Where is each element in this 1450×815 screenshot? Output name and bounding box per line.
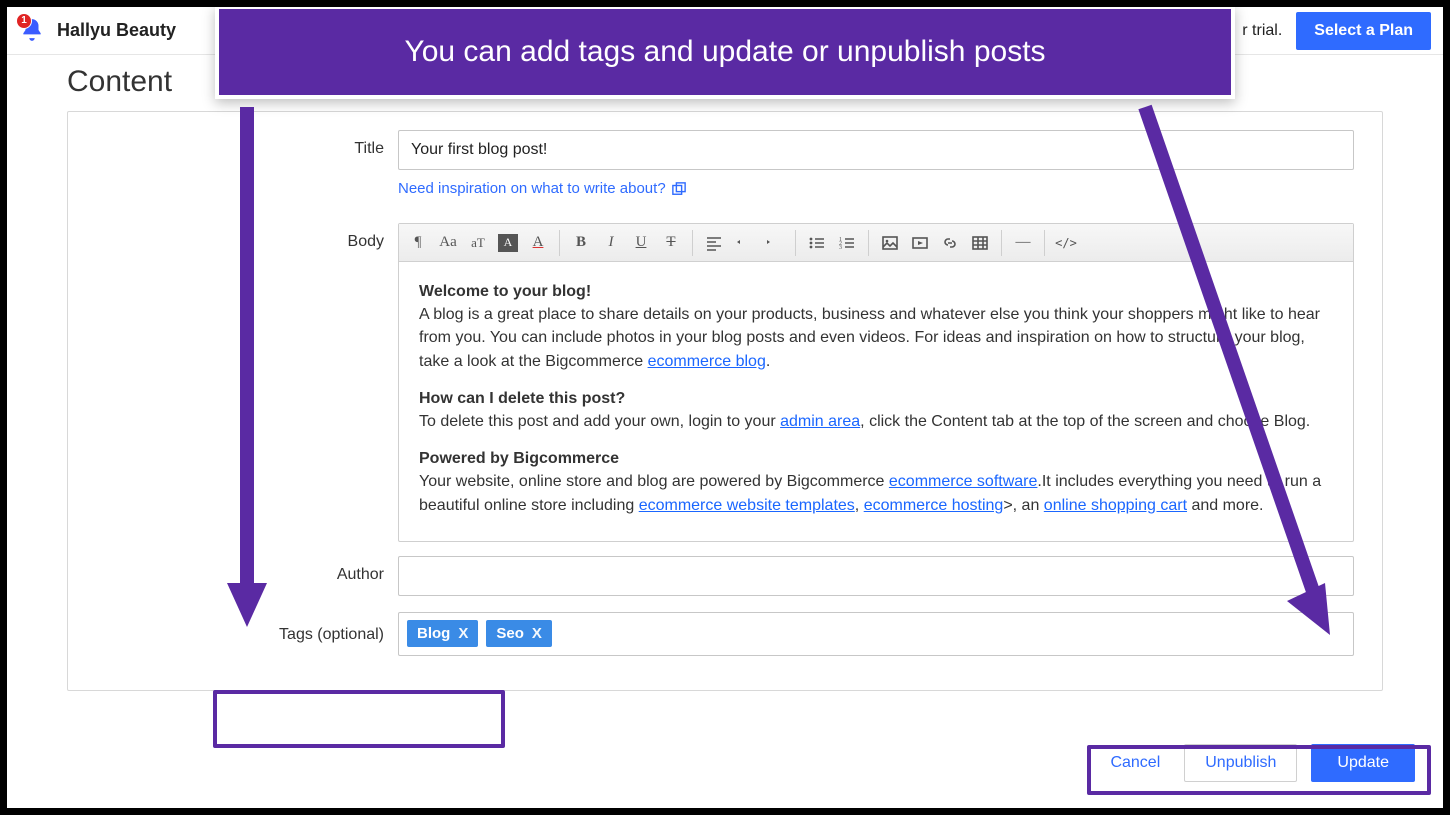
select-plan-button[interactable]: Select a Plan <box>1296 12 1431 50</box>
tag-remove-icon[interactable]: X <box>458 625 468 642</box>
inspiration-link[interactable]: Need inspiration on what to write about? <box>398 180 686 197</box>
tag-remove-icon[interactable]: X <box>532 625 542 642</box>
body-p1b: . <box>766 353 770 370</box>
font-family-button[interactable]: Aa <box>433 228 463 258</box>
insert-image-button[interactable] <box>875 228 905 258</box>
horizontal-rule-button[interactable]: — <box>1008 228 1038 258</box>
notification-bell[interactable]: 1 <box>19 17 47 45</box>
ecommerce-software-link[interactable]: ecommerce software <box>889 473 1038 490</box>
ecommerce-blog-link[interactable]: ecommerce blog <box>648 353 766 370</box>
outdent-button[interactable] <box>729 228 759 258</box>
tag-chip-label: Seo <box>496 625 524 642</box>
tag-chip-blog: Blog X <box>407 620 478 647</box>
trial-status: r trial. <box>1242 22 1282 40</box>
underline-button[interactable]: U <box>626 228 656 258</box>
ordered-list-button[interactable]: 123 <box>832 228 862 258</box>
insert-video-button[interactable] <box>905 228 935 258</box>
ecommerce-templates-link[interactable]: ecommerce website templates <box>639 497 855 514</box>
paragraph-style-button[interactable]: ¶ <box>403 228 433 258</box>
ecommerce-hosting-link[interactable]: ecommerce hosting <box>864 497 1004 514</box>
admin-area-link[interactable]: admin area <box>780 413 860 430</box>
tag-chip-label: Blog <box>417 625 450 642</box>
annotation-arrow-left <box>223 107 283 642</box>
inspiration-link-text: Need inspiration on what to write about? <box>398 180 666 197</box>
body-heading-3: Powered by Bigcommerce <box>419 450 619 467</box>
italic-button[interactable]: I <box>596 228 626 258</box>
align-left-button[interactable] <box>699 228 729 258</box>
annotation-callout: You can add tags and update or unpublish… <box>215 7 1235 99</box>
external-link-icon <box>672 182 686 196</box>
font-size-button[interactable]: aT <box>463 228 493 258</box>
strikethrough-button[interactable]: T <box>656 228 686 258</box>
highlight-color-button[interactable]: A <box>493 228 523 258</box>
text-color-button[interactable]: A <box>523 228 553 258</box>
insert-table-button[interactable] <box>965 228 995 258</box>
body-heading-1: Welcome to your blog! <box>419 283 591 300</box>
notification-count-badge: 1 <box>16 13 32 29</box>
brand-name: Hallyu Beauty <box>57 20 176 41</box>
indent-button[interactable] <box>759 228 789 258</box>
annotation-highlight-tags <box>213 690 505 748</box>
body-p3d: >, an <box>1003 497 1043 514</box>
bold-button[interactable]: B <box>566 228 596 258</box>
body-p2a: To delete this post and add your own, lo… <box>419 413 780 430</box>
tag-chip-seo: Seo X <box>486 620 552 647</box>
unordered-list-button[interactable] <box>802 228 832 258</box>
body-p3a: Your website, online store and blog are … <box>419 473 889 490</box>
annotation-highlight-actions <box>1087 745 1431 795</box>
annotation-arrow-right <box>1135 107 1355 652</box>
body-p3c: , <box>855 497 864 514</box>
body-heading-2: How can I delete this post? <box>419 390 625 407</box>
insert-link-button[interactable] <box>935 228 965 258</box>
code-view-button[interactable]: </> <box>1051 228 1081 258</box>
svg-text:3: 3 <box>839 245 842 251</box>
